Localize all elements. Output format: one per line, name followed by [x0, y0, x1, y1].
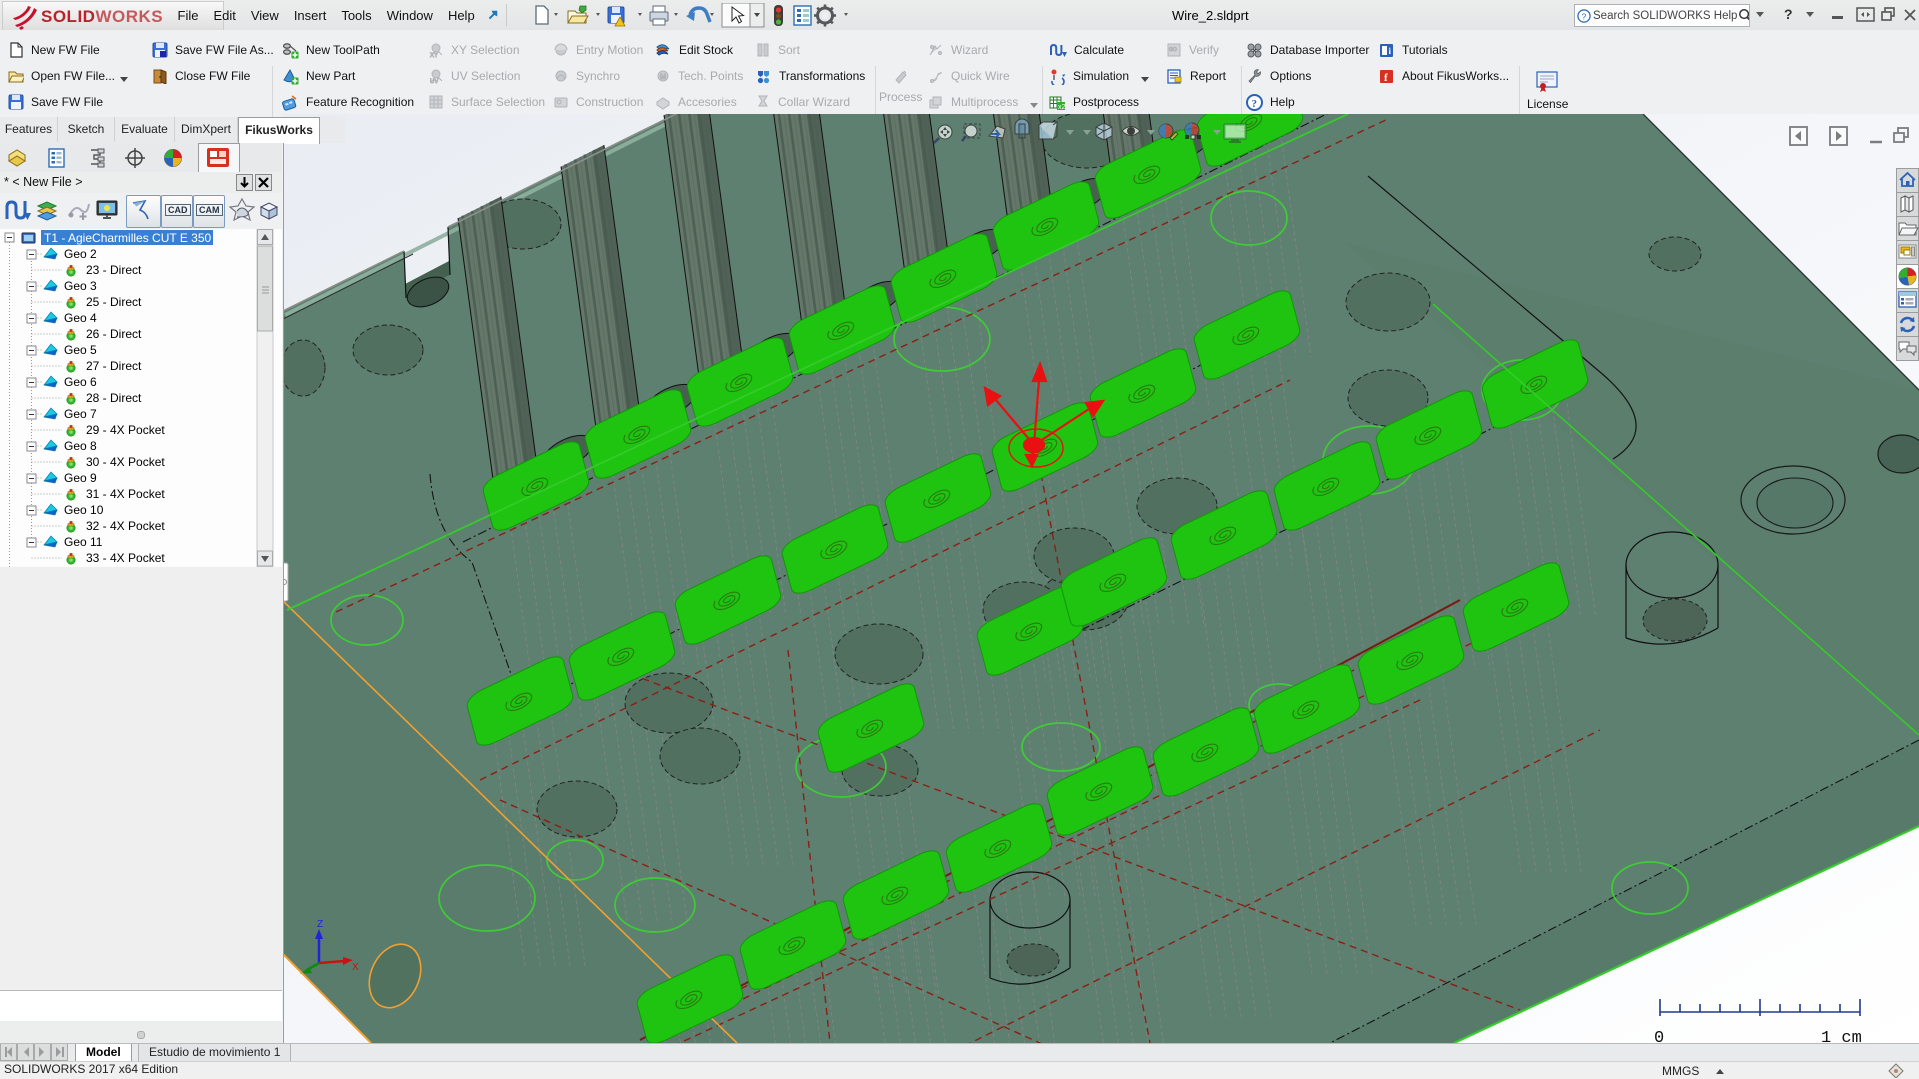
- svg-text:Geo 7: Geo 7: [64, 407, 97, 421]
- svg-text:Geo 6: Geo 6: [64, 375, 97, 389]
- svg-text:33 - 4X Pocket: 33 - 4X Pocket: [86, 551, 165, 565]
- svg-text:Geo 2: Geo 2: [64, 247, 97, 261]
- svg-text:26 - Direct: 26 - Direct: [86, 327, 142, 341]
- svg-text:T1 - AgieCharmilles CUT E 350: T1 - AgieCharmilles CUT E 350: [44, 231, 212, 245]
- svg-text:X: X: [352, 962, 359, 973]
- svg-text:M: M: [660, 74, 666, 81]
- svg-text:Geo 11: Geo 11: [64, 535, 103, 549]
- svg-text:Geo 9: Geo 9: [64, 471, 97, 485]
- svg-text:23 - Direct: 23 - Direct: [86, 263, 142, 277]
- svg-text:1 cm: 1 cm: [1821, 1029, 1862, 1043]
- svg-text:Z: Z: [317, 919, 323, 930]
- svg-text:25 - Direct: 25 - Direct: [86, 295, 142, 309]
- svg-text:UV: UV: [430, 79, 438, 84]
- svg-text:31 - 4X Pocket: 31 - 4X Pocket: [86, 487, 165, 501]
- svg-text:29 - 4X Pocket: 29 - 4X Pocket: [86, 423, 165, 437]
- svg-text:27 - Direct: 27 - Direct: [86, 359, 142, 373]
- svg-text:Geo 4: Geo 4: [64, 311, 97, 325]
- svg-text:30 - 4X Pocket: 30 - 4X Pocket: [86, 455, 165, 469]
- svg-text:?: ?: [1252, 98, 1258, 110]
- svg-text:Geo 8: Geo 8: [64, 439, 97, 453]
- svg-text:GO: GO: [1169, 47, 1177, 53]
- svg-text:XY: XY: [430, 53, 438, 58]
- svg-text:f: f: [1384, 72, 1388, 84]
- svg-text:?: ?: [1582, 11, 1587, 21]
- svg-text:Geo 5: Geo 5: [64, 343, 97, 357]
- svg-text:0: 0: [1654, 1029, 1664, 1043]
- svg-text:x2: x2: [1058, 104, 1066, 111]
- svg-text:32 - 4X Pocket: 32 - 4X Pocket: [86, 519, 165, 533]
- svg-text:28 - Direct: 28 - Direct: [86, 391, 142, 405]
- svg-text:Geo 10: Geo 10: [64, 503, 104, 517]
- svg-text:Geo 3: Geo 3: [64, 279, 97, 293]
